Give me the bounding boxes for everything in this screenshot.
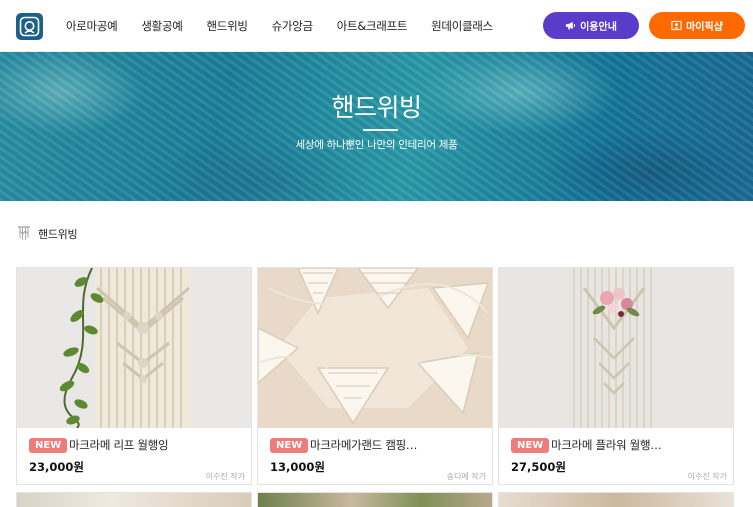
hero-divider <box>363 129 398 131</box>
nav-item-living-craft[interactable]: 생활공예 <box>141 18 182 34</box>
product-info: NEW 마크라메 리프 월행잉 23,000원 이수진 작가 <box>17 428 251 484</box>
product-info: NEW 마크라메 플라워 월행… 27,500원 이수진 작가 <box>499 428 733 484</box>
macrame-leaf-image <box>17 268 251 428</box>
mypage-button[interactable]: 마이픽샵 <box>649 12 745 39</box>
macrame-garland-image <box>258 268 492 428</box>
new-badge: NEW <box>511 438 550 453</box>
nav-item-oneday-class[interactable]: 원데이클래스 <box>431 18 493 34</box>
hero-yarn-background <box>0 52 753 201</box>
product-price: 13,000원 <box>270 460 325 474</box>
guide-button-label: 이용안내 <box>580 22 617 33</box>
product-card[interactable]: NEW 마크라메 리프 월행잉 23,000원 이수진 작가 <box>16 267 252 485</box>
product-price: 23,000원 <box>29 460 84 474</box>
main-nav: 아로마공예 생활공예 핸드위빙 슈가앙금 아트&크래프트 원데이클래스 <box>66 0 517 52</box>
hero-banner: 핸드위빙 세상에 하나뿐인 나만의 인테리어 제품 <box>0 52 753 201</box>
new-badge: NEW <box>270 438 309 453</box>
guide-button[interactable]: 이용안내 <box>543 12 639 39</box>
product-card[interactable]: NEW 마크라메가랜드 캠핑… 13,000원 송디에 작가 <box>257 267 493 485</box>
nav-item-sugar[interactable]: 슈가앙금 <box>272 18 313 34</box>
nav-item-hand-weaving[interactable]: 핸드위빙 <box>207 18 248 34</box>
hero-subtitle: 세상에 하나뿐인 나만의 인테리어 제품 <box>295 139 458 151</box>
product-artist: 이수진 작가 <box>205 472 245 481</box>
product-image[interactable] <box>258 268 492 428</box>
product-price: 27,500원 <box>511 460 566 474</box>
hero-title: 핸드위빙 <box>331 93 422 122</box>
product-artist: 송디에 작가 <box>446 472 486 481</box>
nav-item-art-craft[interactable]: 아트&크래프트 <box>337 18 408 34</box>
product-card-partial[interactable] <box>498 492 734 507</box>
product-card-partial[interactable] <box>16 492 252 507</box>
mypage-button-label: 마이픽샵 <box>686 22 723 33</box>
site-logo[interactable] <box>16 13 43 40</box>
site-header: 아로마공예 생활공예 핸드위빙 슈가앙금 아트&크래프트 원데이클래스 이용안내… <box>0 0 753 52</box>
product-name[interactable]: 마크라메 리프 월행잉 <box>69 437 239 453</box>
new-badge: NEW <box>29 438 68 453</box>
section-heading: 핸드위빙 <box>17 225 78 242</box>
id-card-icon <box>671 20 682 31</box>
product-image[interactable] <box>17 268 251 428</box>
nav-item-aroma[interactable]: 아로마공예 <box>66 18 118 34</box>
product-image[interactable] <box>499 268 733 428</box>
megaphone-icon <box>566 21 576 30</box>
weaving-icon <box>18 226 30 240</box>
product-name[interactable]: 마크라메 플라워 월행… <box>551 437 721 453</box>
product-name[interactable]: 마크라메가랜드 캠핑… <box>310 437 480 453</box>
logo-icon <box>19 16 40 37</box>
macrame-flower-image <box>499 268 733 428</box>
product-info: NEW 마크라메가랜드 캠핑… 13,000원 송디에 작가 <box>258 428 492 484</box>
product-artist: 이수진 작가 <box>687 472 727 481</box>
product-card[interactable]: NEW 마크라메 플라워 월행… 27,500원 이수진 작가 <box>498 267 734 485</box>
section-title: 핸드위빙 <box>38 227 78 241</box>
product-card-partial[interactable] <box>257 492 493 507</box>
